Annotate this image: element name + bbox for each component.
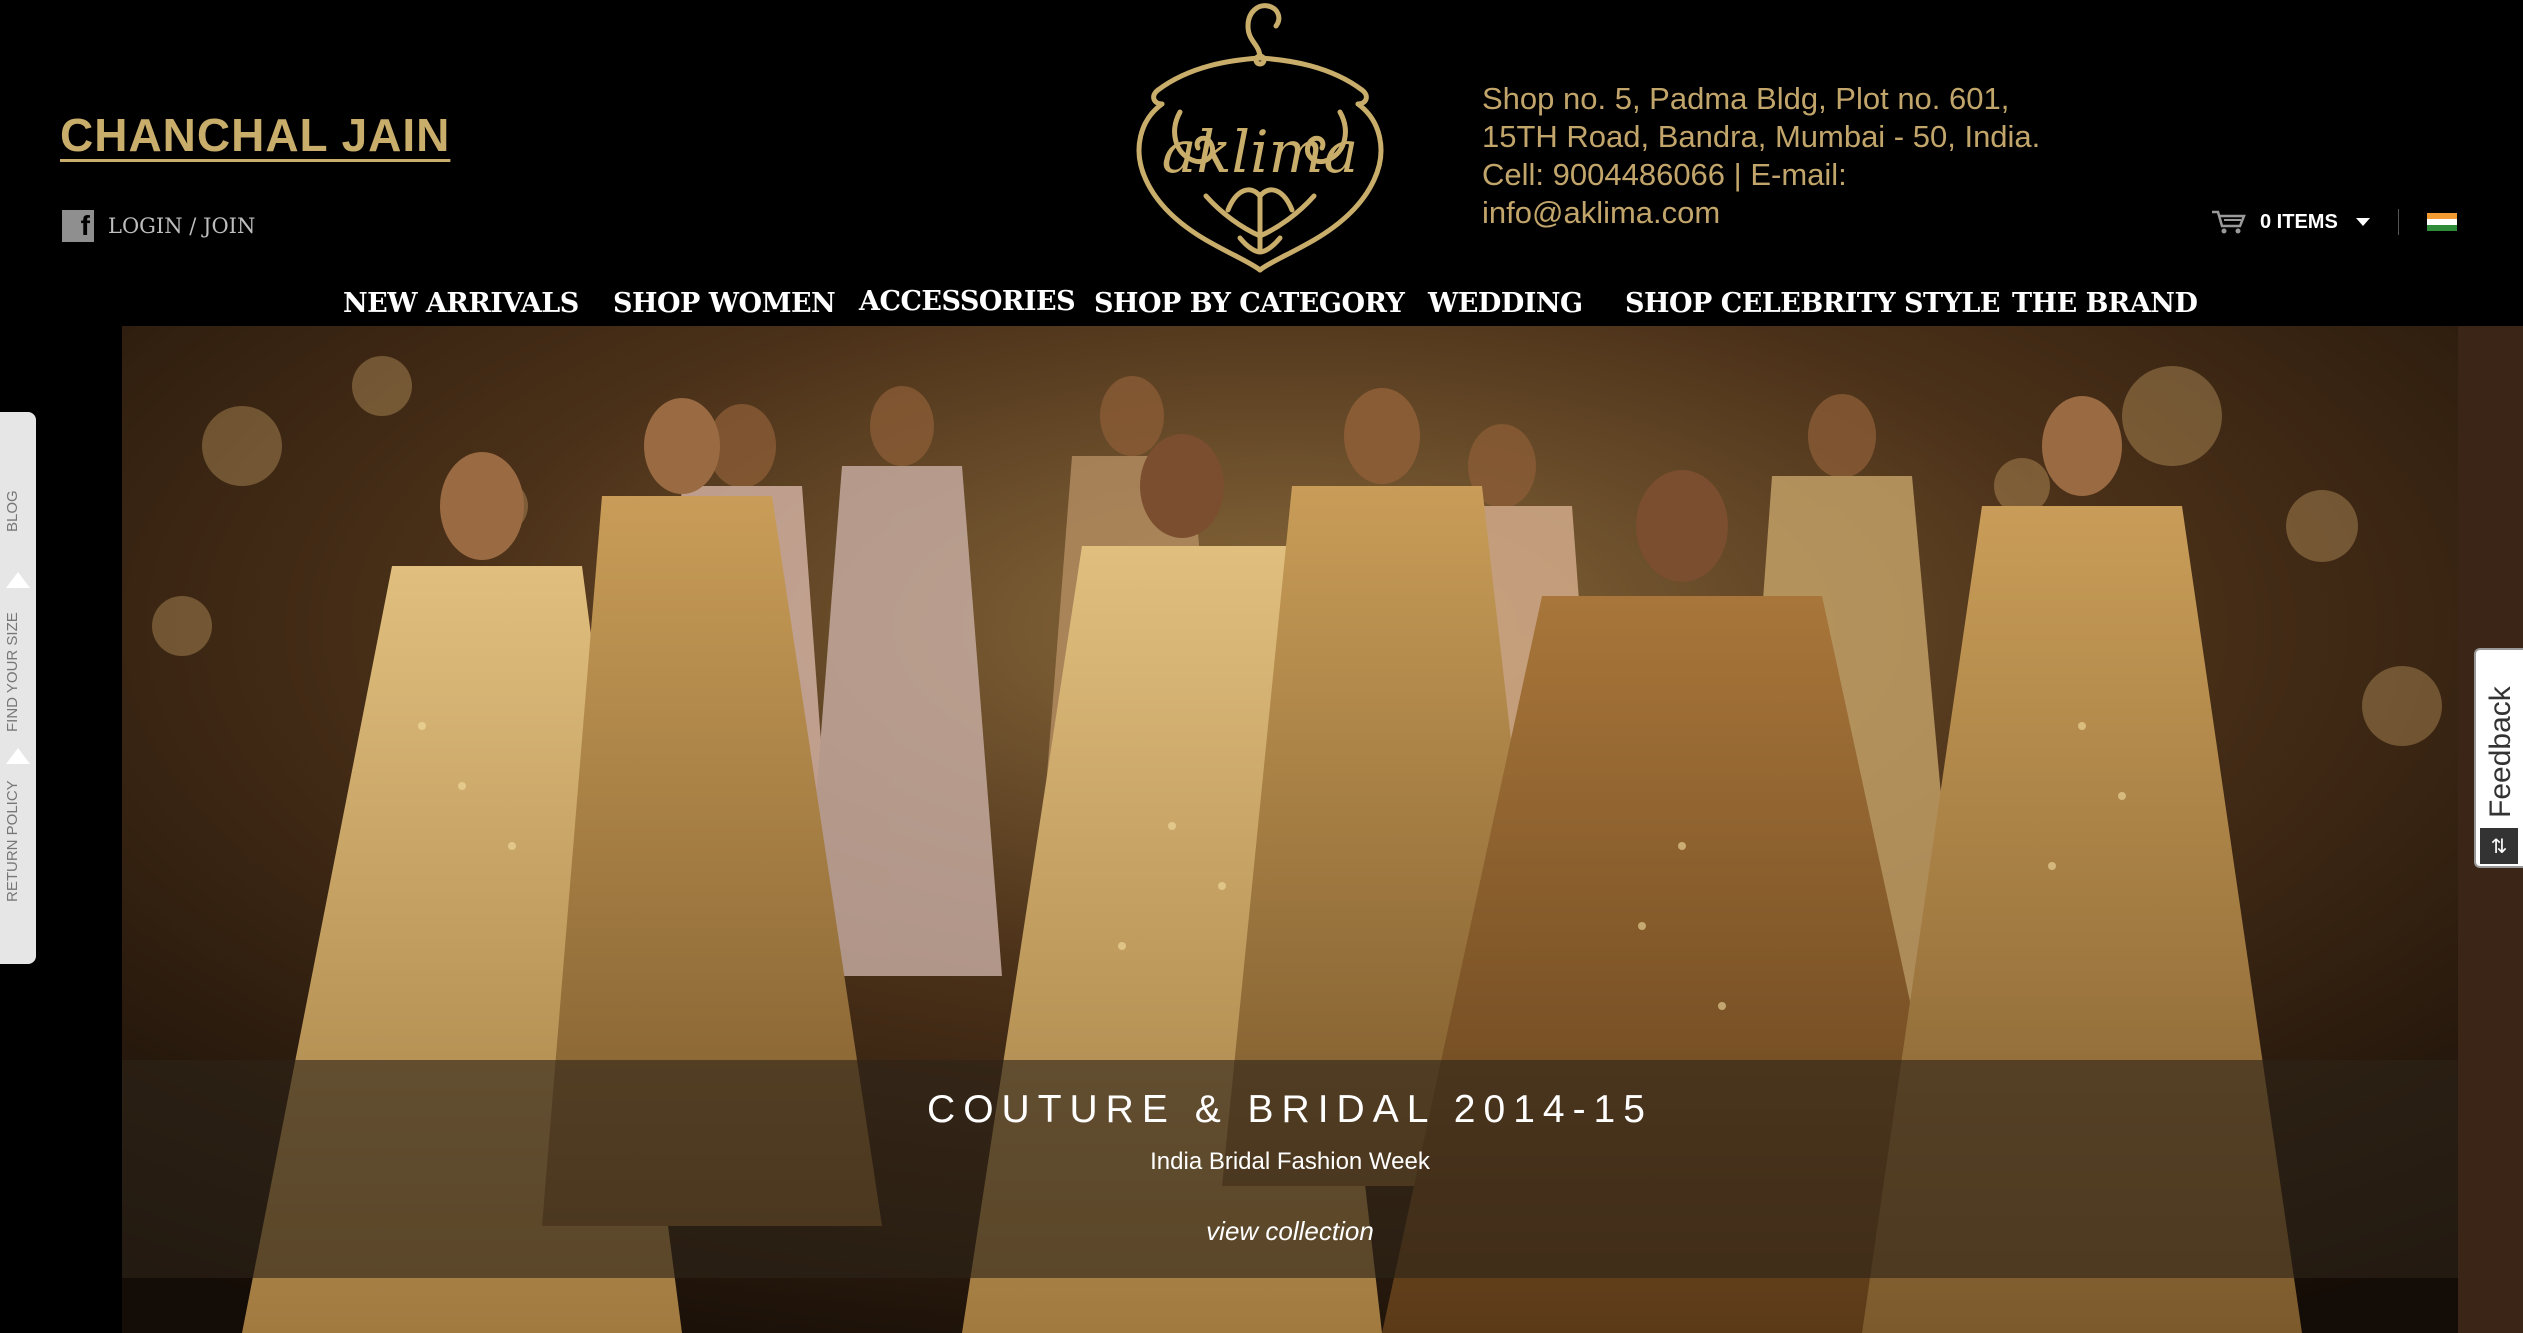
address-line: 15TH Road, Bandra, Mumbai - 50, India. [1482,119,2041,154]
nav-shop-by-category[interactable]: SHOP BY CATEGORY [1094,288,1405,319]
address-line: Cell: 9004486066 | E-mail: [1482,157,1847,192]
feedback-label: Feedback [2484,686,2517,818]
hero-caption-overlay: COUTURE & BRIDAL 2014-15 India Bridal Fa… [122,1060,2458,1278]
nav-wedding[interactable]: WEDDING [1428,288,1583,319]
feedback-icon: ⇅ [2480,828,2518,864]
side-link-find-your-size[interactable]: FIND YOUR SIZE [4,612,21,732]
nav-shop-celebrity-style[interactable]: SHOP CELEBRITY STYLE [1625,288,2000,319]
cart-dropdown[interactable]: 0 ITEMS [2210,208,2457,236]
cart-icon [2212,210,2246,234]
cart-items-label: 0 ITEMS [2260,210,2338,233]
aklima-logo-graphic: aklima [1136,3,1384,273]
feedback-tab[interactable]: Feedback ⇅ [2474,648,2523,868]
login-join-label: LOGIN / JOIN [108,214,256,238]
address-line: Shop no. 5, Padma Bldg, Plot no. 601, [1482,81,2010,116]
india-flag-icon[interactable] [2426,213,2457,231]
nav-the-brand[interactable]: THE BRAND [2012,288,2198,319]
triangle-divider-icon [6,572,30,588]
designer-name-link[interactable]: CHANCHAL JAIN [60,108,450,162]
hero-subtitle: India Bridal Fashion Week [1150,1148,1430,1175]
side-link-blog[interactable]: BLOG [4,490,21,532]
nav-new-arrivals[interactable]: NEW ARRIVALS [343,288,579,319]
side-links-tab: BLOG FIND YOUR SIZE RETURN POLICY [0,412,36,964]
hero-title: COUTURE & BRIDAL 2014-15 [927,1088,1653,1131]
divider [2397,209,2399,235]
aklima-logo[interactable]: aklima [1110,0,1410,280]
login-join-link[interactable]: f LOGIN / JOIN [62,210,255,242]
nav-shop-women[interactable]: SHOP WOMEN [613,288,836,319]
view-collection-link[interactable]: view collection [122,1216,2458,1247]
chevron-down-icon [2355,218,2370,226]
store-address: Shop no. 5, Padma Bldg, Plot no. 601, 15… [1482,80,2122,232]
logo-wordmark: aklima [1162,118,1358,186]
facebook-icon: f [62,210,94,242]
side-link-return-policy[interactable]: RETURN POLICY [4,780,21,902]
main-navigation: NEW ARRIVALS SHOP WOMEN ACCESSORIES SHOP… [0,282,2523,326]
triangle-divider-icon [6,748,30,764]
nav-accessories[interactable]: ACCESSORIES [859,286,1076,317]
address-email[interactable]: info@aklima.com [1482,194,2122,232]
